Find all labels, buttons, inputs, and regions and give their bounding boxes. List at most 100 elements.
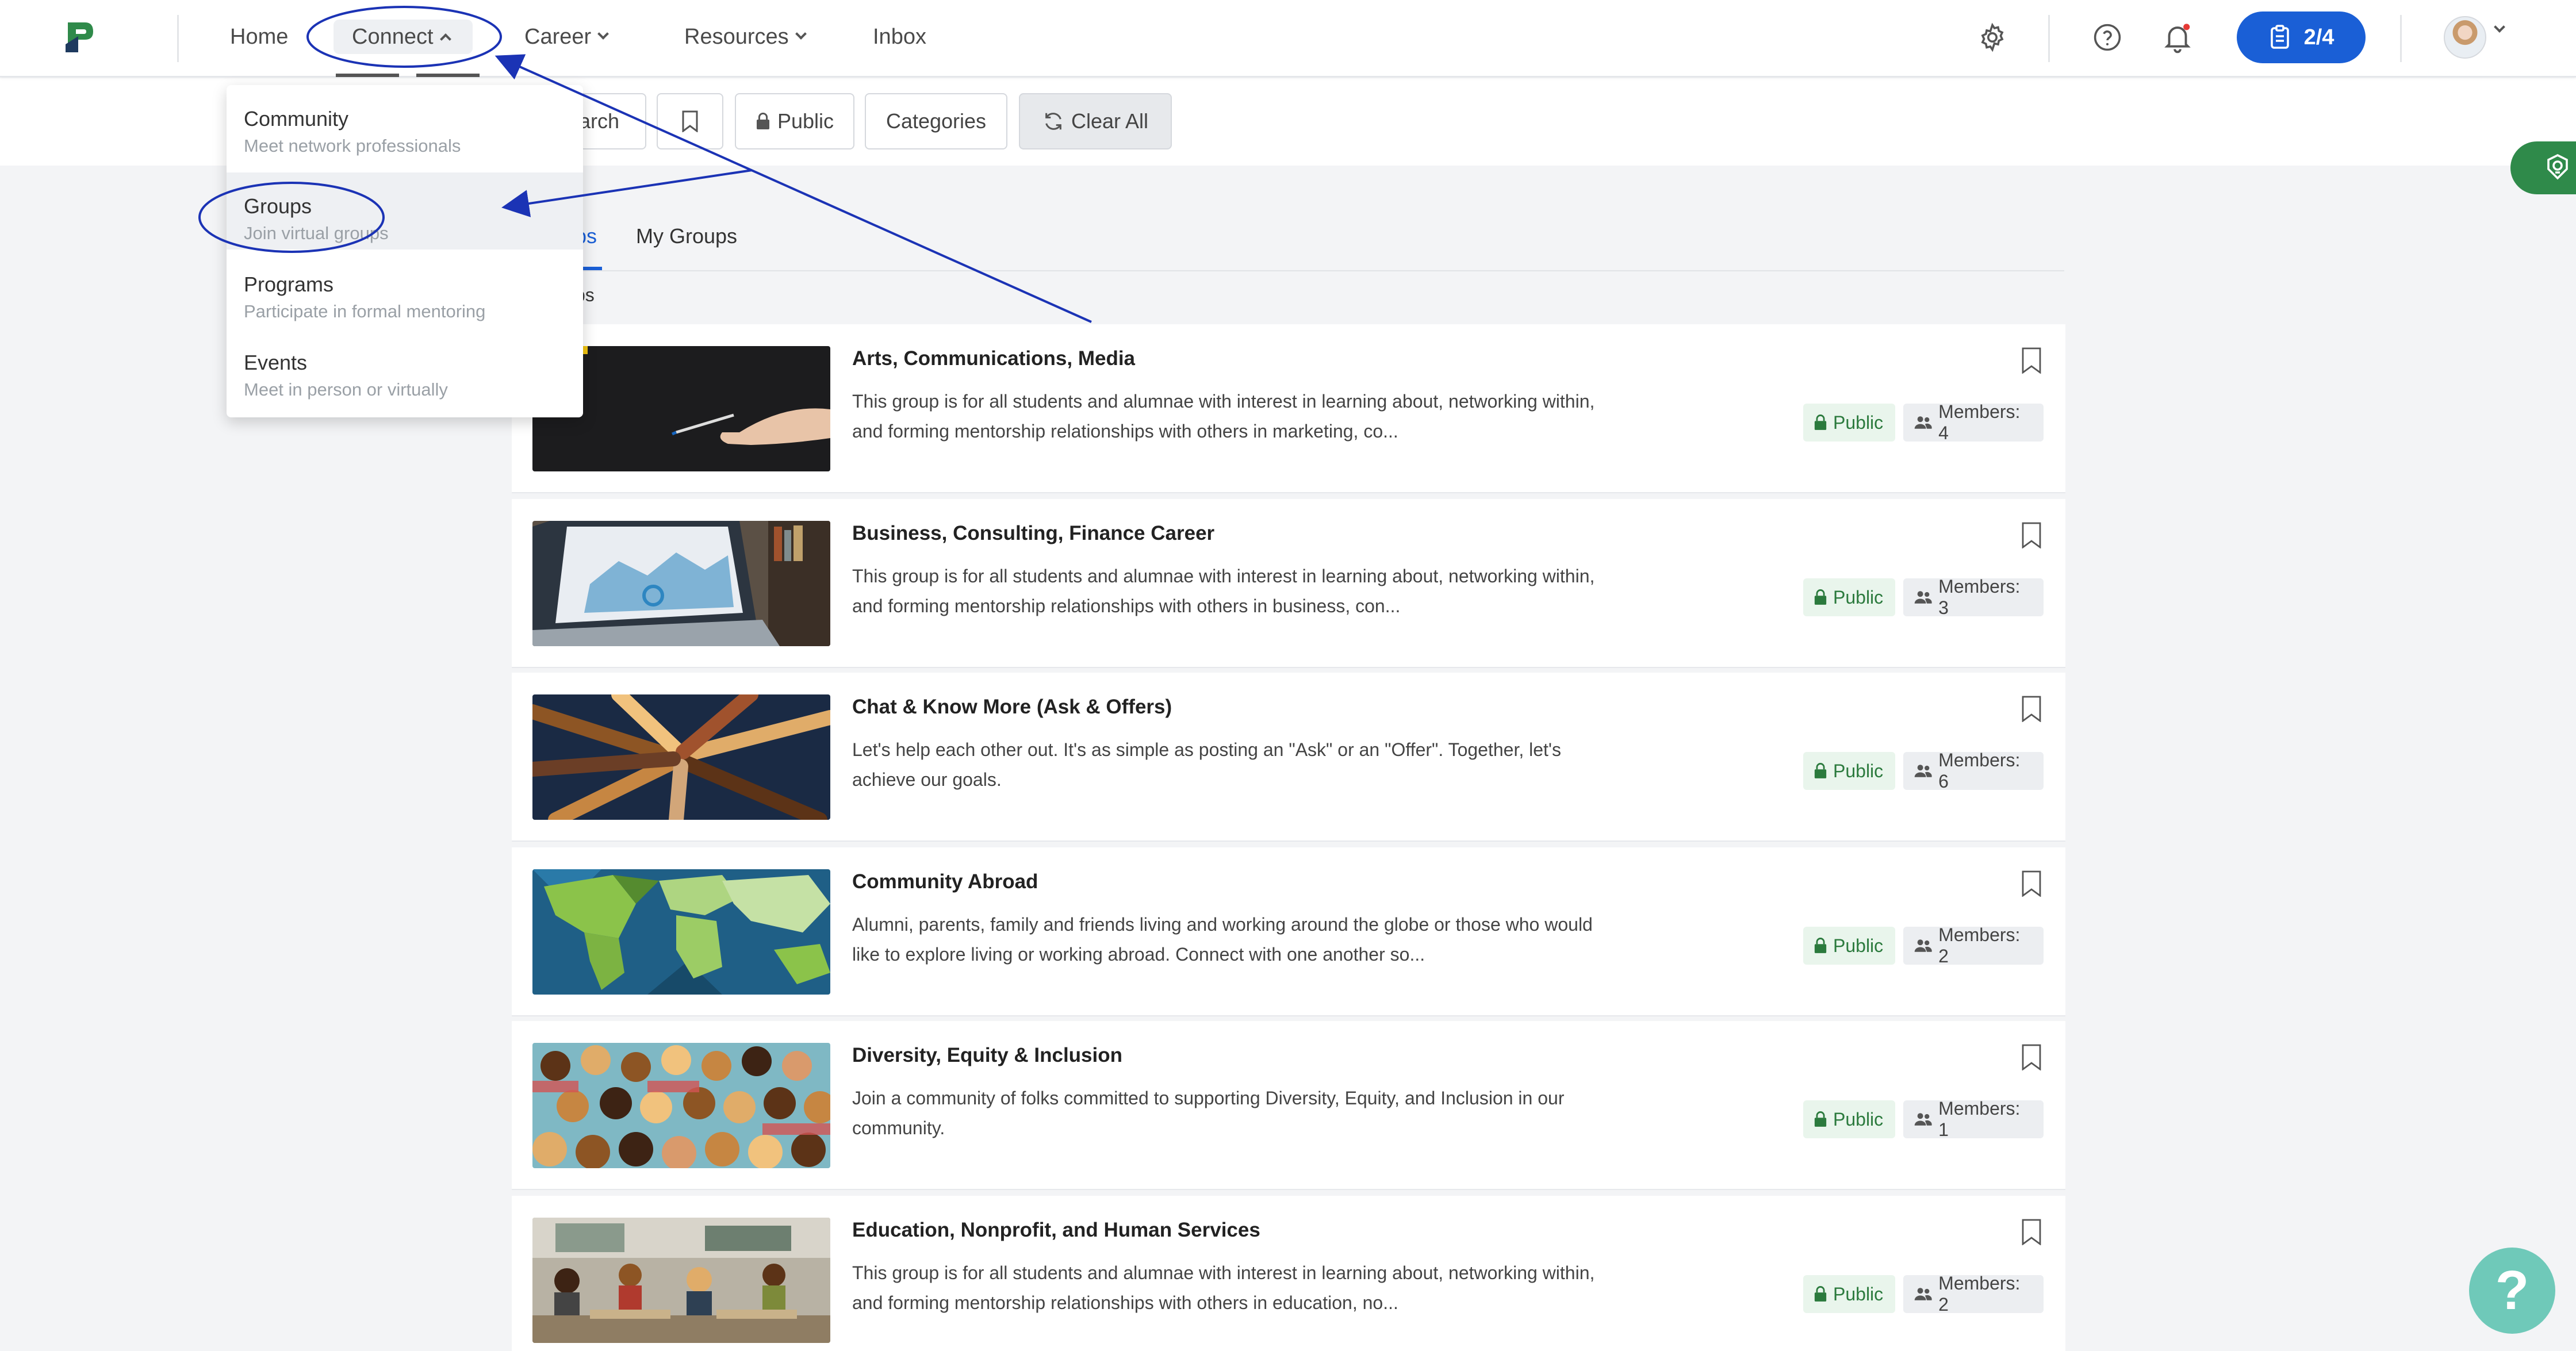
nav-resources-label: Resources <box>684 25 789 49</box>
group-thumbnail[interactable] <box>532 1043 830 1168</box>
menu-item-label: Groups <box>244 194 312 218</box>
group-thumbnail-image <box>532 1043 830 1168</box>
users-icon <box>1914 1113 1932 1126</box>
lock-icon <box>1814 1111 1827 1127</box>
nav-resources[interactable]: Resources <box>684 22 807 52</box>
saved-filter-button[interactable] <box>657 93 723 149</box>
group-thumbnail-image <box>532 521 830 646</box>
nav-career-label: Career <box>524 25 592 49</box>
public-filter-label: Public <box>777 109 834 133</box>
group-thumbnail[interactable] <box>532 869 830 995</box>
group-title[interactable]: Business, Consulting, Finance Career <box>852 522 1214 545</box>
help-chat-button[interactable]: ? <box>2469 1248 2555 1334</box>
public-badge-label: Public <box>1833 1283 1884 1304</box>
help-button[interactable] <box>2087 17 2128 57</box>
nav-divider <box>177 15 179 62</box>
members-count: Members: 6 <box>1938 750 2021 792</box>
logo-icon[interactable] <box>62 19 97 56</box>
group-thumbnail[interactable] <box>532 521 830 646</box>
group-description: This group is for all students and alumn… <box>852 1262 1595 1313</box>
group-title[interactable]: Chat & Know More (Ask & Offers) <box>852 696 1172 719</box>
menu-item-label: Community <box>244 107 349 131</box>
group-card[interactable]: Chat & Know More (Ask & Offers) Let's he… <box>512 673 2065 842</box>
group-thumbnail-image <box>532 694 830 820</box>
group-description: Let's help each other out. It's as simpl… <box>852 739 1562 790</box>
public-badge-label: Public <box>1833 760 1884 781</box>
group-description: This group is for all students and alumn… <box>852 391 1595 442</box>
nav-inbox[interactable]: Inbox <box>873 22 926 52</box>
lock-icon <box>1814 1286 1827 1302</box>
public-badge-label: Public <box>1833 586 1884 608</box>
nav-connect[interactable]: Connect <box>352 22 451 52</box>
chevron-down-icon[interactable] <box>2494 21 2505 33</box>
members-badge: Members: 2 <box>1903 1273 2044 1315</box>
bookmark-icon[interactable] <box>2022 1219 2041 1245</box>
lock-icon <box>1814 414 1827 430</box>
notifications-button[interactable] <box>2157 17 2198 57</box>
settings-button[interactable] <box>1972 17 2012 57</box>
group-card[interactable]: Community Abroad Alumni, parents, family… <box>512 847 2065 1016</box>
menu-item-groups[interactable]: Groups Join virtual groups <box>227 172 583 250</box>
members-badge: Members: 1 <box>1903 1098 2044 1140</box>
search-label: arch <box>578 109 620 133</box>
progress-button[interactable]: 2/4 <box>2237 11 2366 63</box>
members-badge: Members: 3 <box>1903 576 2044 618</box>
public-filter-button[interactable]: Public <box>735 93 854 149</box>
help-circle-icon <box>2094 24 2121 51</box>
public-badge: Public <box>1803 927 1895 965</box>
bookmark-icon[interactable] <box>2022 1044 2041 1070</box>
members-count: Members: 3 <box>1938 576 2021 618</box>
nav-divider <box>2400 15 2402 62</box>
categories-label: Categories <box>885 109 987 133</box>
help-chat-label: ? <box>2495 1260 2529 1321</box>
group-card[interactable]: Arts, Communications, Media This group i… <box>512 324 2065 493</box>
group-thumbnail[interactable] <box>532 1218 830 1343</box>
menu-item-label: Events <box>244 351 308 374</box>
group-description: Alumni, parents, family and friends livi… <box>852 914 1593 965</box>
public-badge: Public <box>1803 404 1895 442</box>
group-title[interactable]: Community Abroad <box>852 870 1038 893</box>
group-title[interactable]: Arts, Communications, Media <box>852 347 1135 370</box>
menu-item-subtitle: Meet in person or virtually <box>244 379 448 400</box>
group-title[interactable]: Education, Nonprofit, and Human Services <box>852 1219 1260 1242</box>
group-thumbnail[interactable] <box>532 694 830 820</box>
public-badge-label: Public <box>1833 1108 1884 1130</box>
lock-icon <box>1814 763 1827 778</box>
clear-all-button[interactable]: Clear All <box>1019 93 1172 149</box>
bookmark-icon[interactable] <box>2022 870 2041 897</box>
nav-career[interactable]: Career <box>524 22 610 52</box>
group-thumbnail-image <box>532 1218 830 1343</box>
tab-my-groups[interactable]: My Groups <box>636 224 737 248</box>
bookmark-icon[interactable] <box>2022 696 2041 722</box>
lock-icon <box>1814 589 1827 605</box>
refresh-icon <box>1045 113 1061 130</box>
group-card[interactable]: Diversity, Equity & Inclusion Join a com… <box>512 1021 2065 1190</box>
members-badge: Members: 6 <box>1903 750 2044 792</box>
group-title[interactable]: Diversity, Equity & Inclusion <box>852 1044 1122 1067</box>
users-icon <box>1914 591 1932 604</box>
group-description: Join a community of folks committed to s… <box>852 1088 1565 1138</box>
chevron-down-icon <box>795 28 807 40</box>
side-widget[interactable] <box>2510 141 2576 194</box>
members-count: Members: 2 <box>1938 924 2021 966</box>
members-count: Members: 4 <box>1938 401 2021 443</box>
menu-item-programs[interactable]: Programs Participate in formal mentoring <box>227 251 583 328</box>
group-description: This group is for all students and alumn… <box>852 566 1595 616</box>
menu-item-community[interactable]: Community Meet network professionals <box>227 85 583 162</box>
nav-indicator <box>416 74 480 77</box>
group-card[interactable]: Education, Nonprofit, and Human Services… <box>512 1196 2065 1351</box>
categories-button[interactable]: Categories <box>865 93 1007 149</box>
menu-item-subtitle: Meet network professionals <box>244 136 461 156</box>
chevron-down-icon <box>597 28 610 40</box>
nav-home[interactable]: Home <box>230 22 288 52</box>
progress-text: 2/4 <box>2303 25 2334 49</box>
menu-item-subtitle: Participate in formal mentoring <box>244 301 486 321</box>
bookmark-icon[interactable] <box>2022 347 2041 374</box>
public-badge-label: Public <box>1833 412 1884 433</box>
menu-item-events[interactable]: Events Meet in person or virtually <box>227 329 583 406</box>
avatar[interactable] <box>2444 16 2486 59</box>
group-tabs: ps My Groups <box>512 207 2064 271</box>
group-card[interactable]: Business, Consulting, Finance Career Thi… <box>512 499 2065 668</box>
bookmark-icon[interactable] <box>2022 522 2041 548</box>
public-badge-label: Public <box>1833 935 1884 956</box>
